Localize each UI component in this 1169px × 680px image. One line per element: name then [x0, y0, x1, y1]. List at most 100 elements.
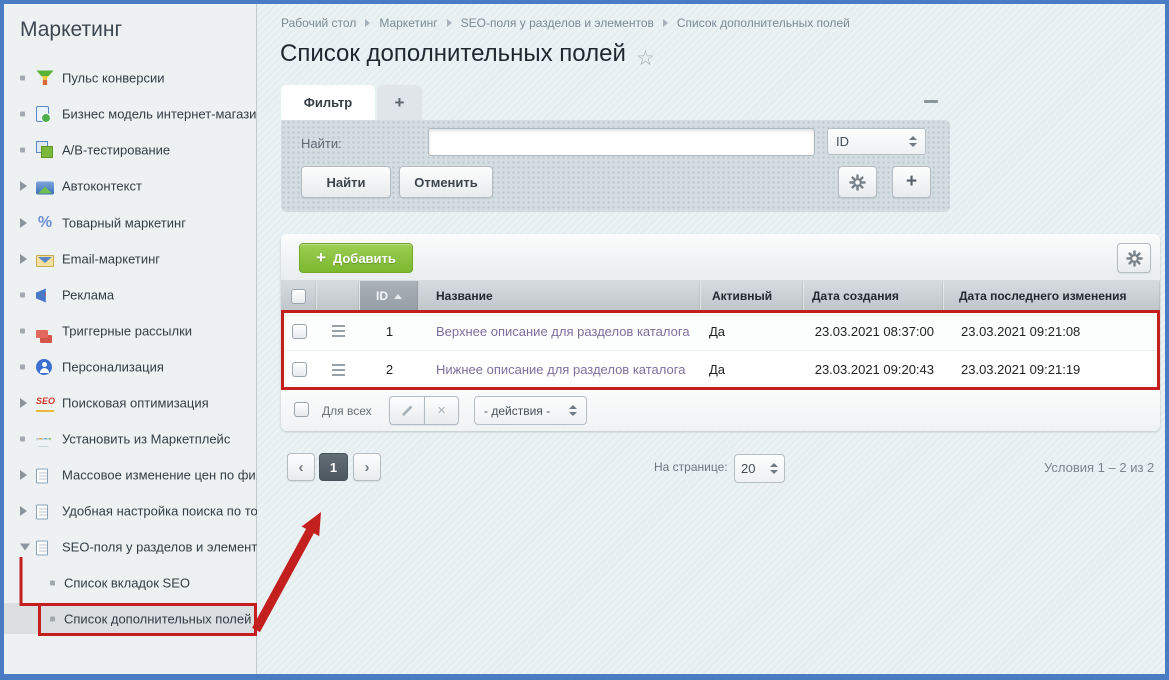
page-title: Список дополнительных полей	[280, 40, 626, 68]
row-checkbox-cell	[281, 351, 317, 388]
column-header-name[interactable]: Название	[419, 281, 701, 311]
bullet-marker	[20, 147, 25, 152]
sidebar-item-search-setup[interactable]: Удобная настройка поиска по то	[4, 495, 257, 526]
sidebar-item-label: Удобная настройка поиска по то	[62, 503, 257, 518]
chevron-right-icon	[20, 470, 27, 480]
column-label: ID	[376, 289, 388, 303]
cell-active: Да	[701, 312, 804, 350]
tab-filter[interactable]: Фильтр	[281, 85, 375, 120]
sidebar-item-seo-fields[interactable]: SEO-поля у разделов и элемент	[4, 531, 257, 562]
search-input[interactable]	[428, 128, 815, 156]
row-menu-icon[interactable]	[332, 369, 345, 371]
funnel-icon	[36, 70, 54, 85]
cell-created: 23.03.2021 09:20:43	[804, 351, 944, 388]
bulk-edit-button[interactable]	[389, 396, 424, 425]
cart-icon	[36, 438, 51, 447]
per-page-value: 20	[741, 461, 755, 476]
bulk-action-buttons: ×	[389, 396, 459, 425]
sidebar-item-label: Список дополнительных полей	[64, 611, 251, 626]
cell-modified: 23.03.2021 09:21:08	[944, 312, 1160, 350]
sidebar-item-label: Список вкладок SEO	[64, 575, 190, 590]
sidebar-item-conversion-pulse[interactable]: Пульс конверсии	[4, 62, 257, 93]
sidebar-item-label: Автоконтекст	[62, 178, 142, 193]
sidebar-item-product-marketing[interactable]: % Товарный маркетинг	[4, 207, 257, 238]
prev-page-button[interactable]: ‹	[287, 453, 315, 481]
column-header-active[interactable]: Активный	[701, 281, 804, 311]
cell-active: Да	[701, 351, 804, 388]
cancel-button[interactable]: Отменить	[399, 166, 493, 198]
add-button[interactable]: + Добавить	[299, 243, 413, 273]
bullet-marker	[20, 111, 25, 116]
find-button[interactable]: Найти	[301, 166, 391, 198]
close-icon: ×	[437, 402, 446, 419]
sidebar-item-personalization[interactable]: Персонализация	[4, 351, 257, 382]
sidebar-title: Маркетинг	[20, 18, 122, 42]
pencil-icon	[401, 404, 414, 417]
autocontext-icon	[36, 181, 54, 194]
ab-test-icon	[36, 141, 54, 159]
sidebar-item-autocontext[interactable]: Автоконтекст	[4, 170, 257, 201]
bulk-delete-button[interactable]: ×	[424, 396, 459, 425]
sidebar-item-label: Пульс конверсии	[62, 70, 165, 85]
row-link[interactable]: Верхнее описание для разделов каталога	[436, 324, 690, 339]
grid-settings-button[interactable]	[1117, 243, 1151, 273]
sidebar-item-additional-fields-list[interactable]: Список дополнительных полей	[4, 603, 257, 634]
next-page-button[interactable]: ›	[353, 453, 381, 481]
gear-icon	[1126, 250, 1143, 267]
actions-select[interactable]: - действия -	[474, 396, 587, 425]
actions-select-value: - действия -	[484, 404, 550, 418]
chevron-right-icon	[20, 218, 27, 228]
row-link[interactable]: Нижнее описание для разделов каталога	[436, 362, 685, 377]
column-header-modified[interactable]: Дата последнего изменения	[944, 281, 1160, 311]
sidebar-item-label: Массовое изменение цен по фи.	[62, 467, 257, 482]
seo-icon: SEO	[36, 394, 54, 412]
row-checkbox[interactable]	[292, 362, 307, 377]
sidebar-item-business-model[interactable]: Бизнес модель интернет-магази	[4, 98, 257, 129]
add-filter-field-button[interactable]: +	[892, 166, 931, 198]
favorite-star-icon[interactable]: ☆	[636, 46, 655, 71]
cell-name: Нижнее описание для разделов каталога	[419, 351, 701, 388]
table-row: 2 Нижнее описание для разделов каталога …	[281, 350, 1160, 388]
row-menu-icon[interactable]	[332, 330, 345, 332]
cell-name: Верхнее описание для разделов каталога	[419, 312, 701, 350]
per-page-select[interactable]: 20	[734, 454, 785, 483]
bullet-marker	[20, 364, 25, 369]
sidebar-item-marketplace[interactable]: Установить из Маркетплейс	[4, 423, 257, 454]
sidebar-item-seo-tabs-list[interactable]: Список вкладок SEO	[4, 567, 257, 598]
sidebar-item-label: Поисковая оптимизация	[62, 395, 209, 410]
sidebar-item-ab-testing[interactable]: A/B-тестирование	[4, 134, 257, 165]
sidebar-item-email-marketing[interactable]: Email-маркетинг	[4, 243, 257, 274]
sidebar-item-label: SEO-поля у разделов и элемент	[62, 539, 257, 554]
chevron-right-icon	[20, 398, 27, 408]
sidebar-item-label: Триггерные рассылки	[62, 323, 192, 338]
current-page-button[interactable]: 1	[319, 453, 348, 481]
breadcrumb-link-desktop[interactable]: Рабочий стол	[281, 16, 356, 30]
breadcrumb: Рабочий стол Маркетинг SEO-поля у раздел…	[281, 16, 850, 30]
sidebar-item-label: Бизнес модель интернет-магази	[62, 106, 256, 121]
sidebar-item-advertising[interactable]: Реклама	[4, 279, 257, 310]
select-all-checkbox[interactable]	[291, 289, 306, 304]
document-icon	[36, 468, 48, 483]
select-arrows-icon	[909, 136, 917, 147]
find-label: Найти:	[301, 136, 342, 151]
sidebar-item-seo[interactable]: SEO Поисковая оптимизация	[4, 387, 257, 418]
sidebar-item-label: Товарный маркетинг	[62, 215, 186, 230]
row-menu-header-cell	[317, 281, 360, 311]
business-model-icon	[36, 106, 49, 122]
breadcrumb-link-seo-fields[interactable]: SEO-поля у разделов и элементов	[461, 16, 654, 30]
breadcrumb-link-marketing[interactable]: Маркетинг	[379, 16, 437, 30]
column-header-id[interactable]: ID	[360, 281, 419, 311]
column-header-created[interactable]: Дата создания	[804, 281, 944, 311]
bullet-marker	[50, 616, 55, 621]
filter-field-select[interactable]: ID	[827, 128, 926, 155]
sidebar-item-trigger-mailings[interactable]: Триггерные рассылки	[4, 315, 257, 346]
for-all-checkbox[interactable]	[294, 402, 309, 417]
minimize-filter-icon[interactable]	[924, 100, 938, 103]
filter-settings-button[interactable]	[838, 166, 877, 198]
sidebar-item-mass-price-change[interactable]: Массовое изменение цен по фи.	[4, 459, 257, 490]
add-filter-tab-button[interactable]: +	[377, 85, 422, 120]
row-checkbox[interactable]	[292, 324, 307, 339]
sidebar-item-label: Персонализация	[62, 359, 164, 374]
bullet-marker	[20, 75, 25, 80]
breadcrumb-separator-icon	[447, 19, 452, 27]
